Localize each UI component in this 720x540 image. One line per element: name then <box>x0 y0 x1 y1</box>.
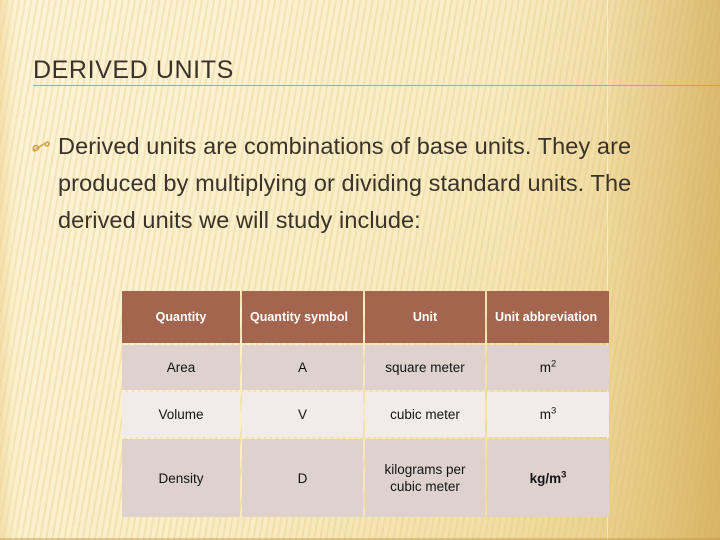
body-content-block: Derived units are combinations of base u… <box>31 128 703 239</box>
cell-unit: cubic meter <box>365 392 485 437</box>
body-paragraph: Derived units are combinations of base u… <box>58 133 632 233</box>
derived-units-table: Quantity Quantity symbol Unit Unit abbre… <box>120 289 611 519</box>
cell-quantity: Density <box>122 439 240 517</box>
title-underline-rule <box>33 85 720 86</box>
cell-abbrev-exponent: 3 <box>550 405 557 417</box>
cell-quantity-symbol: D <box>242 439 363 517</box>
cell-unit: square meter <box>365 345 485 390</box>
cell-abbrev-exponent: 3 <box>561 469 567 480</box>
cell-quantity-symbol: A <box>242 345 363 390</box>
cell-unit-abbreviation: m3 <box>487 392 609 437</box>
table-row: Density D kilograms per cubic meter kg/m… <box>122 439 609 517</box>
cell-quantity-symbol: V <box>242 392 363 437</box>
cell-abbrev-base: kg/m <box>529 470 562 486</box>
derived-units-table-container: Quantity Quantity symbol Unit Unit abbre… <box>120 289 609 519</box>
cell-unit-abbreviation: m2 <box>487 345 609 390</box>
cell-quantity: Area <box>122 345 240 390</box>
column-header-unit-abbreviation: Unit abbreviation <box>487 291 609 343</box>
table-body: Area A square meter m2 Volume V cubic me… <box>122 345 609 517</box>
left-edge-band <box>0 0 22 540</box>
cell-unit-abbreviation: kg/m3 <box>487 439 609 517</box>
script-flourish-bullet-icon <box>31 129 58 154</box>
table-header-row-group: Quantity Quantity symbol Unit Unit abbre… <box>122 291 609 343</box>
cell-unit: kilograms per cubic meter <box>365 439 485 517</box>
table-row: Area A square meter m2 <box>122 345 609 390</box>
bullet-list-item: Derived units are combinations of base u… <box>31 128 703 239</box>
cell-abbrev-base: m <box>539 360 551 375</box>
column-header-unit: Unit <box>365 291 485 343</box>
cell-abbrev-exponent: 2 <box>550 358 557 370</box>
column-header-quantity-symbol: Quantity symbol <box>242 291 363 343</box>
column-header-quantity: Quantity <box>122 291 240 343</box>
cell-abbrev-base: m <box>539 407 551 422</box>
table-header-row: Quantity Quantity symbol Unit Unit abbre… <box>122 291 609 343</box>
page-title: DERIVED UNITS <box>33 56 234 84</box>
slide-canvas: DERIVED UNITS Derived units are combinat… <box>0 0 720 540</box>
cell-quantity: Volume <box>122 392 240 437</box>
table-row: Volume V cubic meter m3 <box>122 392 609 437</box>
